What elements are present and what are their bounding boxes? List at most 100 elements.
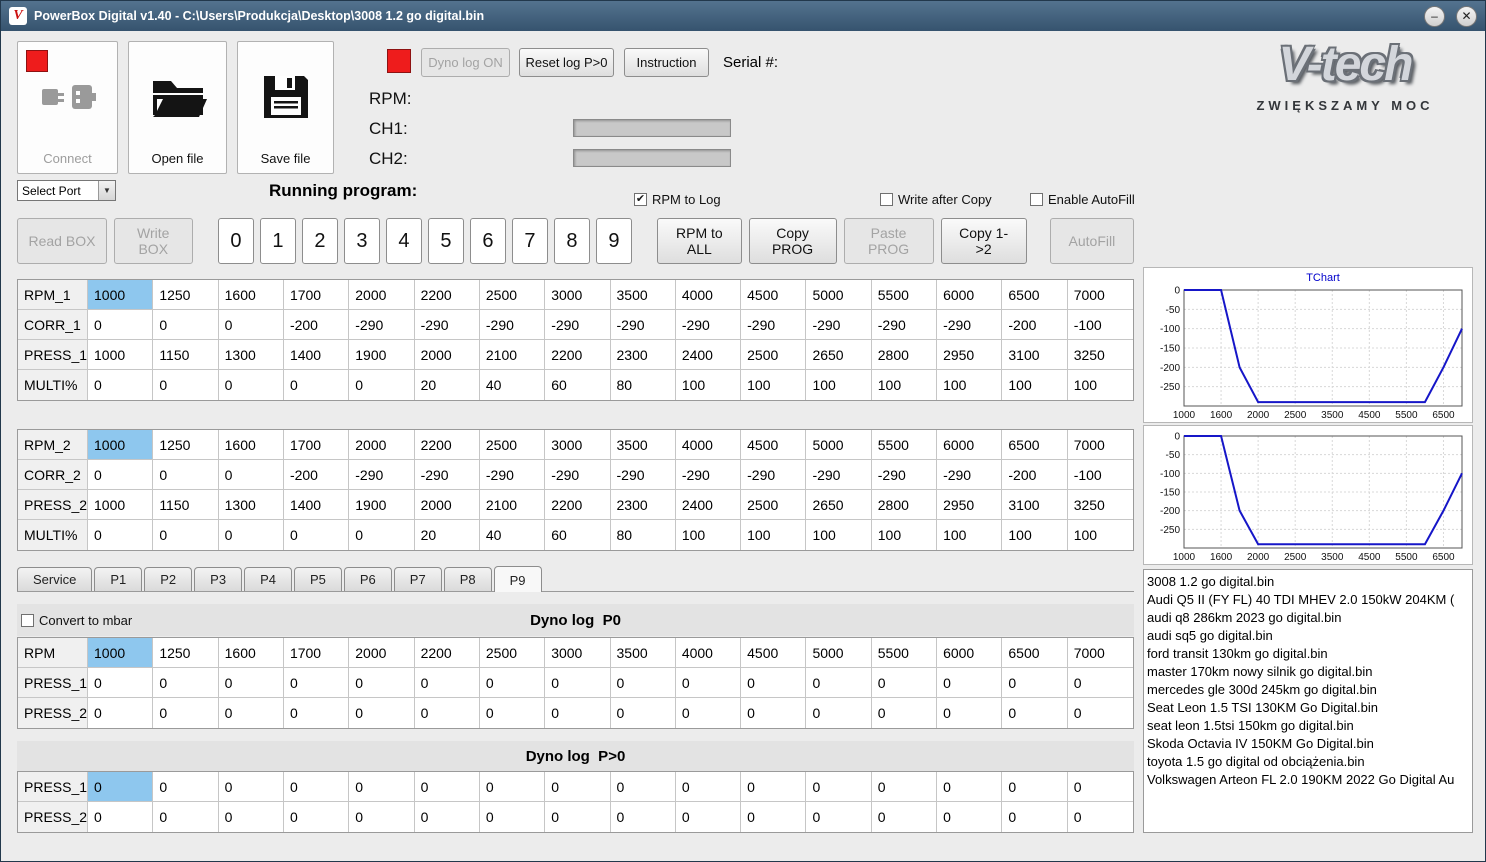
table-cell[interactable]: -290 (545, 460, 611, 490)
table-cell[interactable]: 0 (741, 802, 807, 832)
table-cell[interactable]: 100 (1068, 370, 1133, 400)
table-cell[interactable]: 2200 (414, 430, 480, 460)
file-list-item[interactable]: mercedes gle 300d 245km go digital.bin (1147, 681, 1472, 699)
table-cell[interactable]: 1400 (283, 340, 350, 370)
table-cell[interactable]: 2650 (806, 490, 872, 520)
table-cell[interactable]: 0 (676, 698, 742, 728)
table-cell[interactable]: 40 (480, 520, 546, 550)
table-cell[interactable]: 80 (611, 520, 676, 550)
table-cell[interactable]: 0 (1002, 802, 1068, 832)
table-cell[interactable]: 0 (284, 370, 350, 400)
table-cell[interactable]: 0 (414, 772, 480, 802)
table-cell[interactable]: -290 (479, 310, 546, 340)
table-cell[interactable]: 3000 (545, 280, 611, 310)
table-cell[interactable]: 80 (611, 370, 676, 400)
digit-button-0[interactable]: 0 (217, 218, 254, 264)
table-cell[interactable]: 0 (480, 698, 546, 728)
table-cell[interactable]: 4000 (675, 430, 742, 460)
tab-p2[interactable]: P2 (144, 567, 193, 591)
file-list-item[interactable]: audi q8 286km 2023 go digital.bin (1147, 609, 1472, 627)
table-cell[interactable]: 0 (1002, 698, 1068, 728)
table-cell[interactable]: 2000 (414, 490, 480, 520)
table-cell[interactable]: 0 (219, 370, 284, 400)
checkbox-box[interactable] (21, 614, 34, 627)
table-cell[interactable]: 100 (872, 370, 938, 400)
table-cell[interactable]: 0 (741, 772, 807, 802)
table-cell[interactable]: 0 (415, 698, 480, 728)
table-cell[interactable]: 0 (414, 668, 480, 698)
table-cell[interactable]: 3100 (1002, 490, 1068, 520)
table-cell[interactable]: 0 (153, 802, 219, 832)
table-cell[interactable]: 4500 (741, 280, 807, 310)
table-cell[interactable]: 1400 (283, 490, 350, 520)
table-cell[interactable]: 2200 (414, 638, 480, 668)
table-cell[interactable]: 2100 (479, 490, 546, 520)
copy-prog-button[interactable]: Copy PROG (748, 218, 837, 264)
table-cell[interactable]: -290 (349, 310, 415, 340)
table-cell[interactable]: -290 (741, 460, 807, 490)
table-cell[interactable]: 6000 (937, 638, 1003, 668)
table-cell[interactable]: 20 (415, 520, 480, 550)
tab-p8[interactable]: P8 (443, 567, 492, 591)
table-cell[interactable]: 0 (218, 310, 284, 340)
checkbox-box[interactable] (1030, 193, 1043, 206)
tab-p5[interactable]: P5 (293, 567, 342, 591)
digit-button-5[interactable]: 5 (427, 218, 464, 264)
file-list-item[interactable]: ford transit 130km go digital.bin (1147, 645, 1472, 663)
table-cell[interactable]: 6500 (1002, 280, 1068, 310)
table-cell[interactable]: 100 (1068, 520, 1133, 550)
table-cell[interactable]: 0 (349, 772, 415, 802)
table-cell[interactable]: 2000 (349, 430, 415, 460)
table-cell[interactable]: 100 (806, 370, 872, 400)
tab-service[interactable]: Service (17, 567, 93, 591)
table-cell[interactable]: 2800 (871, 340, 938, 370)
table-cell[interactable]: 2000 (349, 638, 415, 668)
table-cell[interactable]: 3500 (610, 280, 676, 310)
open-file-button[interactable]: Open file (128, 41, 227, 174)
tab-p3[interactable]: P3 (194, 567, 243, 591)
table-cell[interactable]: 2100 (479, 340, 546, 370)
file-list-item[interactable]: toyota 1.5 go digital od obciążenia.bin (1147, 753, 1472, 771)
table-cell[interactable]: 0 (1068, 698, 1133, 728)
table-cell[interactable]: 3250 (1067, 490, 1133, 520)
table-cell[interactable]: 0 (806, 802, 872, 832)
table-cell[interactable]: 100 (1002, 520, 1068, 550)
table-cell[interactable]: 0 (1068, 802, 1133, 832)
table-cell[interactable]: 1900 (349, 340, 415, 370)
table-cell[interactable]: 1700 (283, 638, 350, 668)
table-cell[interactable]: 0 (349, 802, 415, 832)
table-cell[interactable]: 2650 (806, 340, 872, 370)
table-cell[interactable]: 0 (283, 772, 350, 802)
table-cell[interactable]: 60 (545, 370, 611, 400)
table-cell[interactable]: 2800 (871, 490, 938, 520)
table-cell[interactable]: -290 (414, 460, 480, 490)
table-cell[interactable]: 0 (88, 772, 154, 802)
table-cell[interactable]: 0 (611, 698, 676, 728)
table-cell[interactable]: 1150 (153, 490, 219, 520)
table-cell[interactable]: 100 (806, 520, 872, 550)
table-cell[interactable]: 0 (218, 772, 284, 802)
copy-1-to-2-button[interactable]: Copy 1->2 (940, 218, 1027, 264)
table-cell[interactable]: 1300 (218, 490, 284, 520)
table-cell[interactable]: -200 (1002, 460, 1068, 490)
table-cell[interactable]: 1250 (153, 430, 219, 460)
checkbox-box[interactable] (880, 193, 893, 206)
table-cell[interactable]: 0 (88, 460, 154, 490)
reset-log-button[interactable]: Reset log P>0 (519, 48, 614, 77)
table-cell[interactable]: 0 (741, 668, 807, 698)
table-cell[interactable]: -100 (1067, 460, 1133, 490)
table-cell[interactable]: 0 (871, 668, 938, 698)
table-cell[interactable]: -290 (675, 310, 742, 340)
table-cell[interactable]: 1700 (283, 280, 350, 310)
table-cell[interactable]: 0 (283, 668, 350, 698)
table-cell[interactable]: 0 (806, 668, 872, 698)
table-cell[interactable]: 2400 (675, 490, 742, 520)
table-cell[interactable]: 0 (88, 668, 154, 698)
table-cell[interactable]: 0 (937, 698, 1003, 728)
write-after-copy-checkbox[interactable]: Write after Copy (880, 192, 992, 207)
table-cell[interactable]: 40 (480, 370, 546, 400)
table-cell[interactable]: 0 (153, 520, 219, 550)
rpm-to-log-checkbox[interactable]: ✔ RPM to Log (634, 192, 721, 207)
file-list-item[interactable]: seat leon 1.5tsi 150km go digital.bin (1147, 717, 1472, 735)
table-cell[interactable]: 1250 (153, 280, 219, 310)
